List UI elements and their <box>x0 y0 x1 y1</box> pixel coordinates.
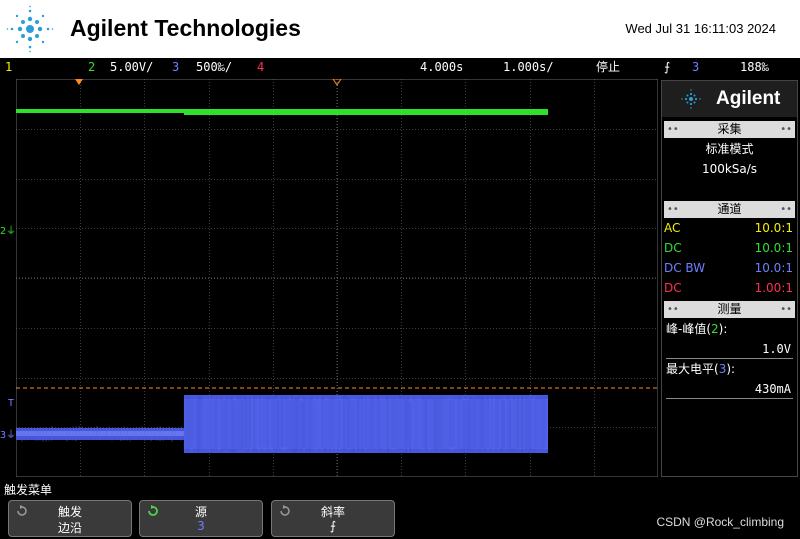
trigger-level: 188‰ <box>740 60 769 74</box>
measurement-2-divider <box>666 398 793 399</box>
ch4-indicator[interactable]: 4 <box>257 58 264 77</box>
ch3-probe: 10.0:1 <box>754 261 793 275</box>
acquisition-header: •• 采集 •• <box>664 121 795 138</box>
softkey-slope-value: ⨍ <box>329 519 337 533</box>
ground-icon: ⏚ <box>6 430 17 441</box>
waveform-display[interactable] <box>16 79 658 477</box>
softkey-source[interactable]: 源 3 <box>139 500 263 537</box>
ch3-coupling: DC BW <box>664 261 706 275</box>
status-bar: 1 2 5.00V/ 3 500‰/ 4 4.000s 1.000s/ 停止 ⨍… <box>0 58 800 77</box>
channels-header: •• 通道 •• <box>664 201 795 218</box>
measurement-1-label: 峰-峰值(2): <box>666 322 728 336</box>
ground-icon: ⏚ <box>6 226 17 237</box>
measurement-1-channel: 2 <box>711 322 719 336</box>
measurement-2-channel: 3 <box>718 362 727 376</box>
ch2-probe: 10.0:1 <box>754 241 793 255</box>
ch4-probe: 1.00:1 <box>754 281 793 295</box>
measurement-2-name: 最大电平 <box>666 362 715 376</box>
time-delay: 4.000s <box>420 60 464 74</box>
info-panel: Agilent •• 采集 •• 标准模式 100kSa/s •• 通道 •• AC 1… <box>661 80 798 477</box>
ch2-scale: 5.00V/ <box>110 60 154 74</box>
run-state: 停止 <box>596 60 621 74</box>
acquisition-mode: 标准模式 <box>705 142 754 156</box>
panel-logo-text: Agilent <box>716 88 781 109</box>
trigger-level-marker[interactable]: T <box>8 398 14 409</box>
ch3-scale: 500‰/ <box>196 60 233 74</box>
datetime: Wed Jul 31 16:11:03 2024 <box>625 21 776 36</box>
measure-header-label: 测量 <box>717 302 742 316</box>
time-scale: 1.000s/ <box>503 60 554 74</box>
header: Agilent Technologies Wed Jul 31 16:11:03… <box>0 0 800 58</box>
measurement-1-divider <box>666 358 793 359</box>
agilent-spark-logo-icon <box>6 5 54 53</box>
measurement-2-label: 最大电平(3): <box>666 362 736 376</box>
trigger-source: 3 <box>692 60 700 74</box>
ch2-coupling: DC <box>664 241 682 255</box>
ch3-ground-marker[interactable]: 3⏚ <box>0 426 16 441</box>
measurement-2-value: 430mA <box>754 382 791 396</box>
acquisition-header-label: 采集 <box>717 122 742 136</box>
ch1-probe: 10.0:1 <box>754 221 793 235</box>
ch2-indicator[interactable]: 2 <box>88 58 95 77</box>
agilent-spark-small-icon <box>681 89 701 109</box>
softkey-trigger-type[interactable]: 触发 边沿 <box>8 500 132 537</box>
ch4-coupling: DC <box>664 281 682 295</box>
softkey-slope[interactable]: 斜率 ⨍ <box>271 500 395 537</box>
measurement-1-value: 1.0V <box>762 342 791 356</box>
softkey-trigger-type-value: 边沿 <box>57 521 82 535</box>
softkey-slope-title: 斜率 <box>320 505 345 519</box>
watermark: CSDN @Rock_climbing <box>656 515 784 529</box>
brand-title: Agilent Technologies <box>70 15 301 41</box>
ch1-indicator[interactable]: 1 <box>5 58 12 77</box>
softkey-source-value: 3 <box>197 519 205 533</box>
softkey-source-title: 源 <box>194 505 207 519</box>
softkey-trigger-type-title: 触发 <box>57 505 82 519</box>
menu-title: 触发菜单 <box>4 483 53 497</box>
sample-rate: 100kSa/s <box>701 162 758 176</box>
measurement-1-name: 峰-峰值 <box>666 322 707 336</box>
ch1-coupling: AC <box>664 221 681 235</box>
panel-logo: Agilent <box>662 81 797 117</box>
ch2-trace-segment-1 <box>16 109 184 113</box>
measure-header: •• 测量 •• <box>664 301 795 318</box>
ch2-trace-segment-2 <box>184 109 548 115</box>
ch3-indicator[interactable]: 3 <box>172 58 179 77</box>
trigger-slope-icon: ⨍ <box>664 60 671 74</box>
channels-header-label: 通道 <box>717 202 742 216</box>
ch2-ground-marker[interactable]: 2⏚ <box>0 222 16 237</box>
